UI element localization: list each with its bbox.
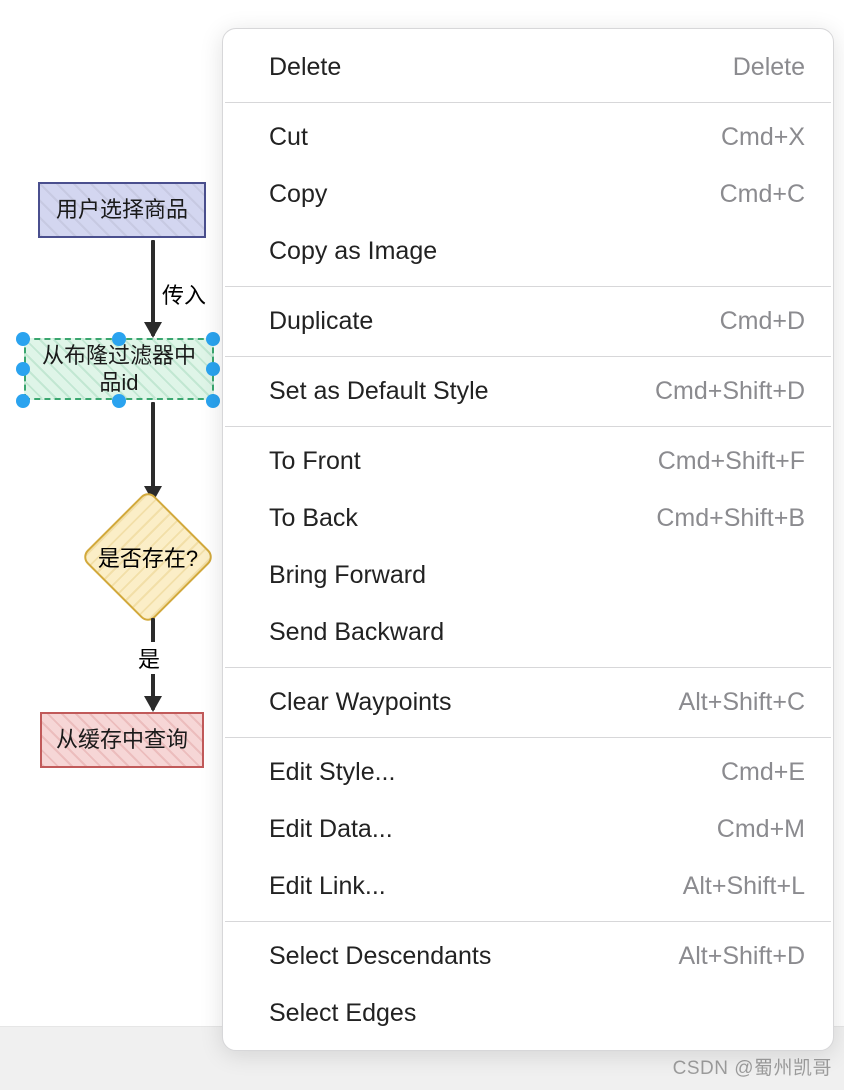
menu-item-shortcut: Cmd+D: [720, 307, 805, 336]
menu-item-shortcut: Cmd+M: [717, 815, 805, 844]
menu-item-to-back[interactable]: To Back Cmd+Shift+B: [223, 490, 833, 547]
node-label: 从缓存中查询: [56, 726, 188, 754]
menu-item-label: To Back: [269, 504, 358, 533]
menu-divider: [225, 737, 831, 738]
menu-item-select-descendants[interactable]: Select Descendants Alt+Shift+D: [223, 928, 833, 985]
menu-item-label: To Front: [269, 447, 361, 476]
node-label: 用户选择商品: [56, 196, 188, 224]
node-label: 从布隆过滤器中 品id: [42, 342, 196, 397]
watermark: CSDN @蜀州凯哥: [673, 1053, 832, 1080]
menu-item-label: Clear Waypoints: [269, 688, 451, 717]
menu-item-bring-forward[interactable]: Bring Forward: [223, 547, 833, 604]
flowchart-arrow[interactable]: [151, 240, 155, 336]
menu-divider: [225, 286, 831, 287]
edge-label[interactable]: 传入: [160, 278, 208, 310]
context-menu: Delete Delete Cut Cmd+X Copy Cmd+C Copy …: [222, 28, 834, 1051]
menu-item-shortcut: Cmd+X: [721, 123, 805, 152]
menu-item-shortcut: Cmd+E: [721, 758, 805, 787]
menu-item-select-edges[interactable]: Select Edges: [223, 985, 833, 1042]
flowchart-arrow[interactable]: [151, 402, 155, 500]
menu-item-shortcut: Cmd+Shift+B: [656, 504, 805, 533]
menu-item-clear-waypoints[interactable]: Clear Waypoints Alt+Shift+C: [223, 674, 833, 731]
menu-item-edit-data[interactable]: Edit Data... Cmd+M: [223, 801, 833, 858]
menu-item-edit-style[interactable]: Edit Style... Cmd+E: [223, 744, 833, 801]
menu-item-shortcut: Alt+Shift+D: [679, 942, 805, 971]
menu-item-shortcut: Alt+Shift+C: [679, 688, 805, 717]
selection-handle[interactable]: [16, 332, 30, 346]
menu-item-label: Duplicate: [269, 307, 373, 336]
selection-handle[interactable]: [16, 394, 30, 408]
menu-item-label: Cut: [269, 123, 308, 152]
menu-divider: [225, 667, 831, 668]
menu-item-label: Send Backward: [269, 618, 444, 647]
menu-item-edit-link[interactable]: Edit Link... Alt+Shift+L: [223, 858, 833, 915]
menu-item-label: Bring Forward: [269, 561, 426, 590]
menu-item-duplicate[interactable]: Duplicate Cmd+D: [223, 293, 833, 350]
menu-item-shortcut: Cmd+C: [720, 180, 805, 209]
selection-handle[interactable]: [206, 332, 220, 346]
menu-item-label: Edit Link...: [269, 872, 386, 901]
menu-item-label: Edit Style...: [269, 758, 395, 787]
menu-item-shortcut: Delete: [733, 53, 805, 82]
selection-handle[interactable]: [206, 394, 220, 408]
menu-divider: [225, 102, 831, 103]
menu-divider: [225, 426, 831, 427]
flowchart-node-selected[interactable]: 从布隆过滤器中 品id: [24, 338, 214, 400]
menu-item-shortcut: Cmd+Shift+F: [658, 447, 805, 476]
menu-item-shortcut: Cmd+Shift+D: [655, 377, 805, 406]
node-label: 是否存在?: [76, 502, 220, 612]
menu-item-cut[interactable]: Cut Cmd+X: [223, 109, 833, 166]
menu-item-copy[interactable]: Copy Cmd+C: [223, 166, 833, 223]
selection-handle[interactable]: [112, 332, 126, 346]
menu-item-copy-as-image[interactable]: Copy as Image: [223, 223, 833, 280]
selection-handle[interactable]: [206, 362, 220, 376]
flowchart-node-process[interactable]: 从缓存中查询: [40, 712, 204, 768]
menu-item-shortcut: Alt+Shift+L: [683, 872, 805, 901]
selection-handle[interactable]: [112, 394, 126, 408]
menu-item-label: Copy as Image: [269, 237, 437, 266]
menu-item-set-default-style[interactable]: Set as Default Style Cmd+Shift+D: [223, 363, 833, 420]
menu-divider: [225, 356, 831, 357]
edge-label[interactable]: 是: [136, 642, 162, 674]
menu-item-to-front[interactable]: To Front Cmd+Shift+F: [223, 433, 833, 490]
menu-item-label: Copy: [269, 180, 327, 209]
flowchart-node-start[interactable]: 用户选择商品: [38, 182, 206, 238]
menu-item-label: Delete: [269, 53, 341, 82]
menu-item-label: Select Descendants: [269, 942, 491, 971]
flowchart-node-decision[interactable]: 是否存在?: [76, 502, 220, 612]
selection-handle[interactable]: [16, 362, 30, 376]
menu-divider: [225, 921, 831, 922]
menu-item-label: Select Edges: [269, 999, 416, 1028]
menu-item-send-backward[interactable]: Send Backward: [223, 604, 833, 661]
menu-item-delete[interactable]: Delete Delete: [223, 39, 833, 96]
menu-item-label: Edit Data...: [269, 815, 393, 844]
menu-item-label: Set as Default Style: [269, 377, 489, 406]
